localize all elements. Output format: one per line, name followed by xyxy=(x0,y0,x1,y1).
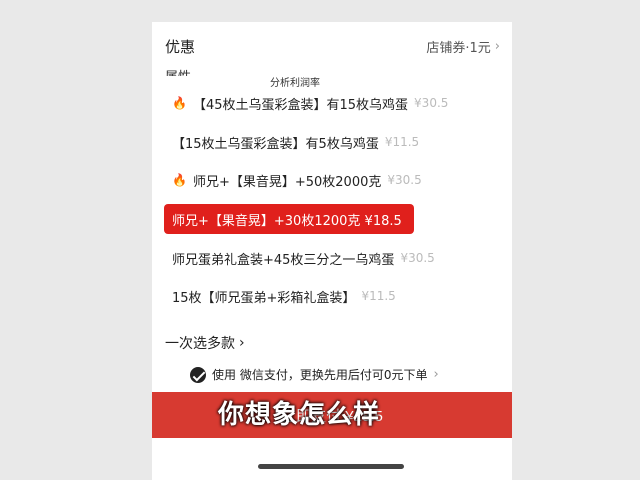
option-15-egg-gift-box[interactable]: 15枚【师兄蛋弟+彩箱礼盒装】 ¥11.5 xyxy=(164,281,404,311)
option-price: ¥30.5 xyxy=(400,251,435,265)
option-label: 师兄+【果音晃】+50枚2000克 xyxy=(192,174,382,190)
option-price: ¥30.5 xyxy=(387,173,422,187)
fire-icon: 🔥 xyxy=(172,173,187,187)
option-label: 【15枚土乌蛋彩盒装】有5枚乌鸡蛋 xyxy=(172,136,379,152)
option-price: ¥30.5 xyxy=(414,96,449,110)
option-price: ¥11.5 xyxy=(384,135,420,149)
shop-coupon-label: 店铺券·1元 xyxy=(426,41,491,56)
offer-title: 优惠 xyxy=(165,38,196,56)
multi-select-label: 一次选多款 xyxy=(165,336,235,352)
payment-method-row[interactable]: 使用 微信支付，更换先用后付可0元下单 › xyxy=(190,366,439,383)
option-gift-box-45-eggs[interactable]: 师兄蛋弟礼盒装+45枚三分之一乌鸡蛋 ¥30.5 xyxy=(164,243,443,273)
chevron-right-icon: › xyxy=(433,367,439,382)
option-label: 【45枚土乌蛋彩盒装】有15枚乌鸡蛋 xyxy=(192,97,409,113)
wechat-icon xyxy=(190,366,206,383)
payment-method-text: 使用 微信支付，更换先用后付可0元下单 xyxy=(212,368,428,382)
option-label: 15枚【师兄蛋弟+彩箱礼盒装】 xyxy=(172,290,356,306)
multi-select-link[interactable]: 一次选多款 › xyxy=(165,333,245,353)
chevron-right-icon: › xyxy=(494,39,500,54)
option-label: 师兄蛋弟礼盒装+45枚三分之一乌鸡蛋 xyxy=(172,252,395,268)
option-50-egg-2000g[interactable]: 🔥 师兄+【果音晃】+50枚2000克 ¥30.5 xyxy=(164,165,430,195)
option-label: 师兄+【果音晃】+30枚1200克 ¥18.5 xyxy=(172,213,402,229)
option-45-egg-box[interactable]: 🔥 【45枚土乌蛋彩盒装】有15枚乌鸡蛋 ¥30.5 xyxy=(164,88,456,118)
option-15-egg-box[interactable]: 【15枚土乌蛋彩盒装】有5枚乌鸡蛋 ¥11.5 xyxy=(164,127,427,157)
option-price: ¥11.5 xyxy=(361,289,396,303)
chevron-right-icon: › xyxy=(239,335,245,351)
home-indicator xyxy=(258,464,404,469)
attribute-label: 属性 xyxy=(165,66,191,76)
watermark-text: 分析利润率 xyxy=(270,78,320,89)
shop-coupon-link[interactable]: 店铺券·1元 › xyxy=(426,37,500,56)
option-30-egg-1200g-selected[interactable]: 师兄+【果音晃】+30枚1200克 ¥18.5 xyxy=(164,204,414,234)
video-subtitle: 你想象怎么样 xyxy=(218,400,381,430)
fire-icon: 🔥 xyxy=(172,96,187,110)
